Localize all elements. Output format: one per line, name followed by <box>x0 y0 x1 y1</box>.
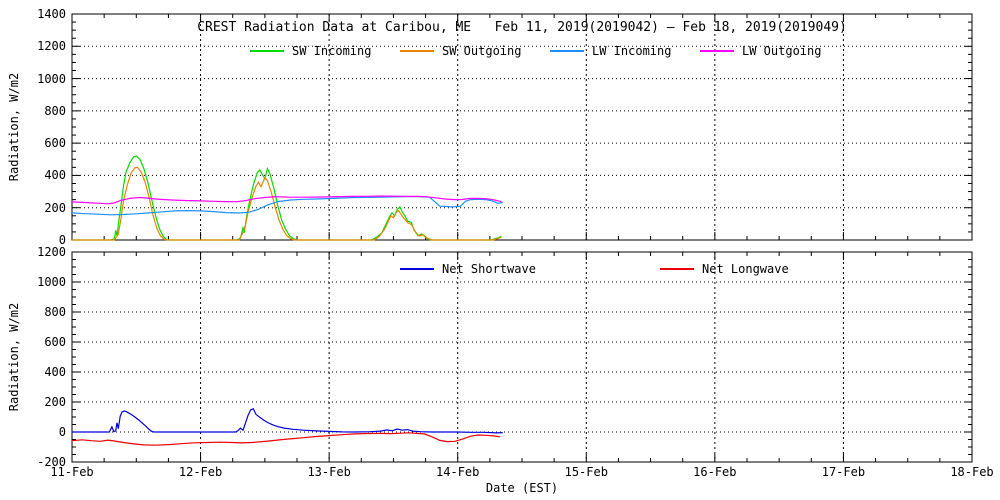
x-tick-label: 15-Feb <box>564 465 608 479</box>
series-net-shortwave <box>72 408 503 434</box>
panel-border-top <box>71 13 973 241</box>
legend-label-lw-incoming: LW Incoming <box>592 44 672 58</box>
legend-line-sw-incoming <box>250 50 284 52</box>
panel-border-bottom <box>71 251 973 463</box>
y-tick-label: 1400 <box>37 7 66 21</box>
x-tick-label: 13-Feb <box>307 465 351 479</box>
legend-label-sw-incoming: SW Incoming <box>292 44 372 58</box>
y-tick-label: 1000 <box>37 275 66 289</box>
legend-label-net-shortwave: Net Shortwave <box>442 262 536 276</box>
y-tick-label: 0 <box>58 425 66 439</box>
y-tick-label: 800 <box>44 305 66 319</box>
legend-line-net-longwave <box>660 268 694 270</box>
y-tick-label: 600 <box>44 335 66 349</box>
legend-label-net-longwave: Net Longwave <box>702 262 789 276</box>
legend-line-lw-outgoing <box>700 50 734 52</box>
x-tick-label: 16-Feb <box>693 465 737 479</box>
plot-canvas <box>71 13 973 463</box>
y-tick-label: 1000 <box>37 71 66 86</box>
series-lw-incoming <box>71 196 503 216</box>
legend-label-sw-outgoing: SW Outgoing <box>442 44 522 58</box>
legend-line-net-shortwave <box>400 268 434 270</box>
x-tick-label: 12-Feb <box>178 465 223 479</box>
x-tick-label: 14-Feb <box>436 465 480 479</box>
y-tick-label: 800 <box>44 103 66 118</box>
y-axis-title-top: Radiation, W/m2 <box>7 72 21 182</box>
chart-title: CREST Radiation Data at Caribou, ME Feb … <box>197 20 847 35</box>
y-tick-label: 400 <box>44 168 66 183</box>
x-tick-label: 18-Feb <box>950 465 994 479</box>
x-tick-label: 17-Feb <box>821 465 866 479</box>
y-tick-label: 200 <box>44 200 66 215</box>
x-tick-label: 11-Feb <box>50 465 94 479</box>
legend-label-lw-outgoing: LW Outgoing <box>742 44 822 58</box>
x-axis-title: Date (EST) <box>485 481 559 495</box>
legend-line-lw-incoming <box>550 50 584 52</box>
series-net-longwave <box>71 432 501 446</box>
y-tick-label: 600 <box>44 136 66 151</box>
y-tick-label: 1200 <box>37 39 66 54</box>
y-tick-label: 400 <box>44 365 66 379</box>
y-tick-label: 200 <box>44 395 66 409</box>
legend-line-sw-outgoing <box>400 50 434 52</box>
y-tick-label: 1200 <box>37 245 66 259</box>
radiation-chart: CREST Radiation Data at Caribou, ME Feb … <box>0 0 1000 500</box>
